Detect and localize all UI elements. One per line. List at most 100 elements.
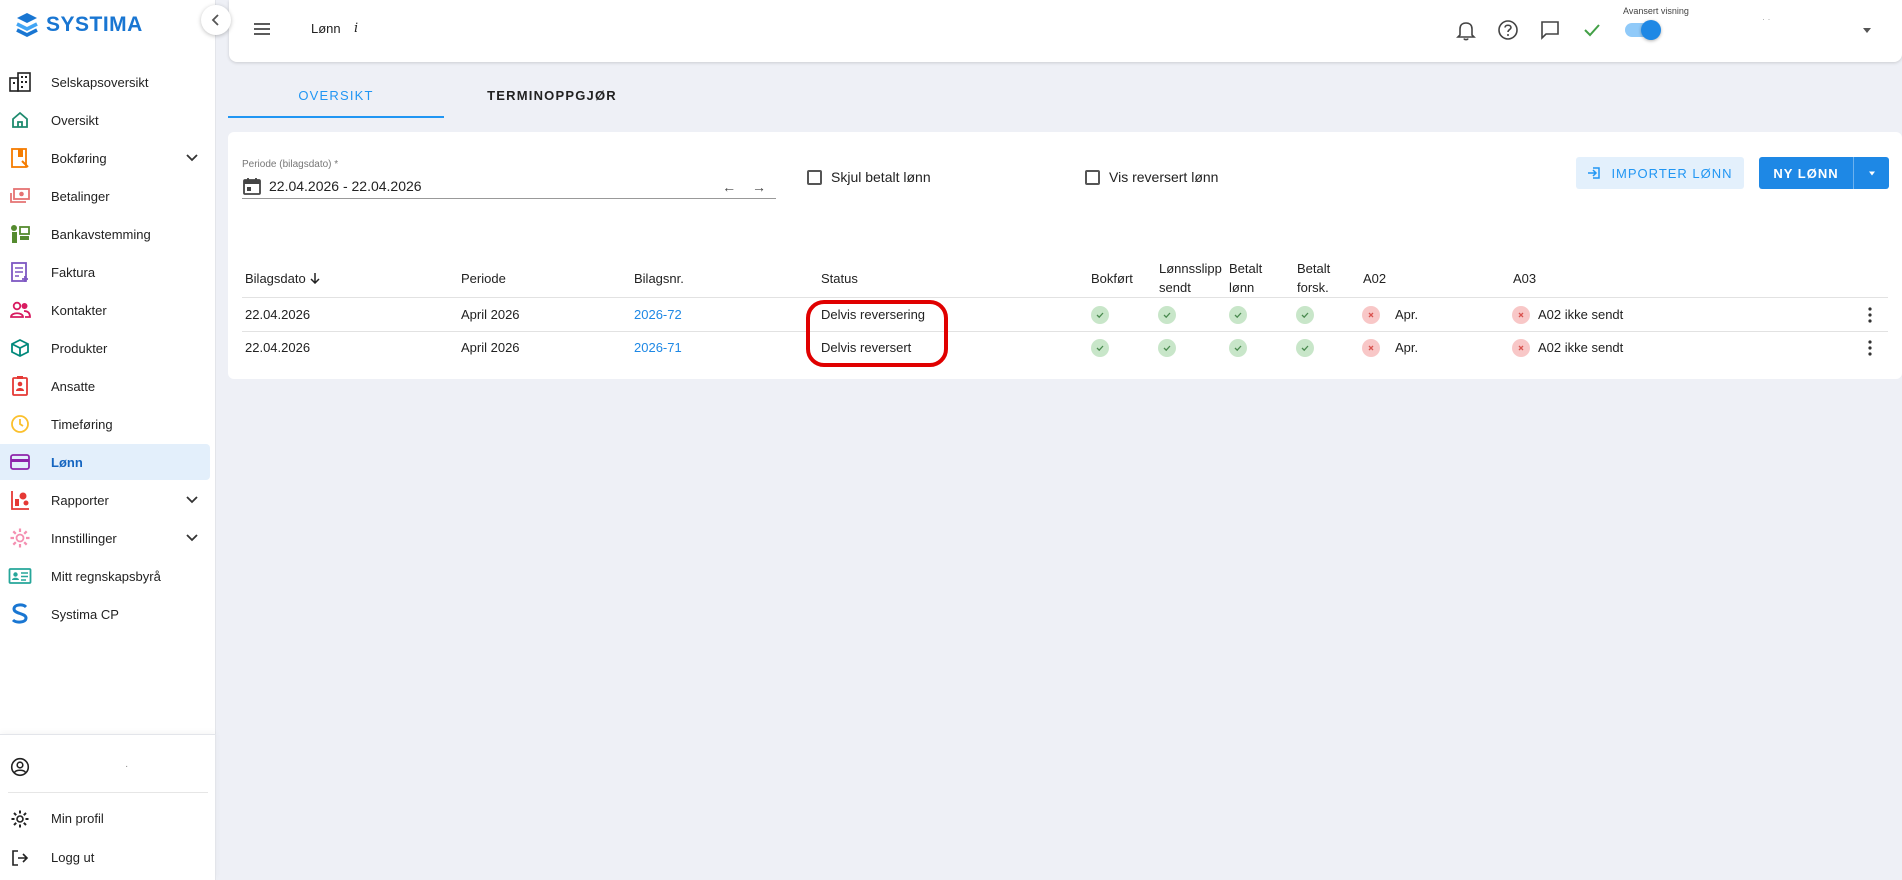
status-check[interactable] bbox=[1580, 18, 1604, 42]
sidebar-item-label: Kontakter bbox=[51, 302, 107, 318]
menu-button[interactable] bbox=[251, 18, 273, 45]
sidebar-item-produkter[interactable]: Produkter bbox=[0, 330, 210, 366]
chevron-down-icon bbox=[186, 154, 198, 162]
contacts-icon bbox=[8, 298, 32, 322]
logout-label: Logg ut bbox=[51, 850, 95, 865]
buildings-icon bbox=[8, 70, 32, 94]
period-arrows[interactable]: ← → bbox=[722, 179, 772, 195]
chevron-left-icon bbox=[211, 14, 219, 26]
sidebar-item-mitt-regnskapsbyra[interactable]: Mitt regnskapsbyrå bbox=[0, 558, 210, 594]
tab-terminoppgjor[interactable]: TERMINOPPGJØR bbox=[444, 80, 660, 118]
new-payroll-button[interactable]: NY LØNN bbox=[1759, 157, 1889, 189]
cell-bilagsnr-link[interactable]: 2026-71 bbox=[634, 340, 682, 355]
bookkeeping-icon bbox=[8, 146, 32, 170]
payroll-card: Periode (bilagsdato) * 22.04.2026 - 22.0… bbox=[228, 132, 1902, 379]
badge-icon bbox=[8, 374, 32, 398]
sidebar-item-bankavstemming[interactable]: Bankavstemming bbox=[0, 216, 210, 252]
header-periode[interactable]: Periode bbox=[461, 269, 506, 288]
card-icon bbox=[8, 450, 32, 474]
chat-button[interactable] bbox=[1538, 18, 1562, 42]
sidebar-item-oversikt[interactable]: Oversikt bbox=[0, 102, 210, 138]
row-menu-button[interactable] bbox=[1860, 305, 1880, 325]
header-line: Betalt bbox=[1297, 261, 1331, 276]
account-circle-icon bbox=[8, 755, 32, 779]
sidebar-item-innstillinger[interactable]: Innstillinger bbox=[0, 520, 210, 556]
check-circle-icon bbox=[1296, 339, 1314, 357]
user-account[interactable]: · bbox=[0, 747, 216, 786]
hide-paid-label: Skjul betalt lønn bbox=[831, 169, 931, 185]
header-a03[interactable]: A03 bbox=[1513, 269, 1536, 288]
header-bokfort[interactable]: Bokført bbox=[1091, 269, 1133, 288]
period-value: 22.04.2026 - 22.04.2026 bbox=[269, 178, 422, 194]
logout-link[interactable]: Logg ut bbox=[0, 838, 216, 877]
period-field[interactable]: 22.04.2026 - 22.04.2026 ← → bbox=[242, 175, 776, 199]
sidebar-bottom: · Min profil Logg ut bbox=[0, 734, 216, 880]
chevron-down-icon bbox=[186, 534, 198, 542]
status-highlight-annotation bbox=[806, 300, 948, 367]
header-line: Lønnsslipp bbox=[1159, 261, 1222, 276]
header-lonnsslipp[interactable]: Lønnsslipp sendt bbox=[1159, 259, 1222, 297]
systima-logo[interactable]: SYSTIMA bbox=[14, 10, 143, 40]
new-payroll-dropdown[interactable] bbox=[1853, 157, 1889, 189]
header-bilagsnr[interactable]: Bilagsnr. bbox=[634, 269, 684, 288]
sidebar-item-label: Mitt regnskapsbyrå bbox=[51, 568, 161, 584]
sidebar-item-systima-cp[interactable]: Systima CP bbox=[0, 596, 210, 632]
header-line: lønn bbox=[1229, 280, 1255, 295]
sidebar-item-selskapsoversikt[interactable]: Selskapsoversikt bbox=[0, 64, 210, 100]
chat-icon bbox=[1541, 21, 1559, 40]
check-circle-icon bbox=[1158, 339, 1176, 357]
checkbox-box[interactable] bbox=[1085, 169, 1100, 185]
clock-icon bbox=[8, 412, 32, 436]
sidebar-item-kontakter[interactable]: Kontakter bbox=[0, 292, 210, 328]
tab-bar: OVERSIKT TERMINOPPGJØR bbox=[228, 80, 660, 118]
error-circle-icon bbox=[1362, 339, 1380, 357]
user-name: · bbox=[125, 761, 129, 772]
sidebar-item-betalinger[interactable]: Betalinger bbox=[0, 178, 210, 214]
header-status[interactable]: Status bbox=[821, 269, 858, 288]
checkbox-box[interactable] bbox=[807, 169, 822, 185]
sidebar-item-timeforing[interactable]: Timeføring bbox=[0, 406, 210, 442]
user-name: · · bbox=[1762, 14, 1771, 24]
sidebar-item-label: Systima CP bbox=[51, 606, 119, 622]
notifications-button[interactable] bbox=[1454, 18, 1478, 42]
sidebar-item-label: Bankavstemming bbox=[51, 226, 151, 242]
arrow-down-icon bbox=[310, 273, 320, 285]
hide-paid-checkbox[interactable]: Skjul betalt lønn bbox=[807, 169, 931, 185]
show-reversed-checkbox[interactable]: Vis reversert lønn bbox=[1085, 169, 1218, 185]
header-betalt-forsk[interactable]: Betalt forsk. bbox=[1297, 259, 1330, 297]
check-circle-icon bbox=[1296, 306, 1314, 324]
cell-periode: April 2026 bbox=[461, 307, 520, 322]
header-a02[interactable]: A02 bbox=[1363, 269, 1386, 288]
header-line: Betalt bbox=[1229, 261, 1263, 276]
header-betalt-lonn[interactable]: Betalt lønn bbox=[1229, 259, 1262, 297]
sidebar-item-lonn[interactable]: Lønn bbox=[0, 444, 210, 480]
logo-text: SYSTIMA bbox=[46, 13, 143, 36]
error-circle-icon bbox=[1512, 306, 1530, 324]
sidebar-item-bokforing[interactable]: Bokføring bbox=[0, 140, 210, 176]
sidebar: SYSTIMA Selskapsoversikt Oversikt Bokfør… bbox=[0, 0, 231, 880]
sidebar-item-label: Lønn bbox=[51, 454, 83, 470]
user-menu-dropdown[interactable] bbox=[1859, 22, 1875, 43]
header-bilagsdato[interactable]: Bilagsdato bbox=[245, 269, 321, 288]
info-button[interactable]: i bbox=[354, 21, 358, 36]
sidebar-item-rapporter[interactable]: Rapporter bbox=[0, 482, 210, 518]
row-menu-button[interactable] bbox=[1860, 338, 1880, 358]
period-label: Periode (bilagsdato) * bbox=[242, 159, 339, 170]
sidebar-item-label: Produkter bbox=[51, 340, 108, 356]
hamburger-icon bbox=[254, 23, 270, 35]
cell-bilagsnr-link[interactable]: 2026-72 bbox=[634, 307, 682, 322]
sidebar-item-faktura[interactable]: Faktura bbox=[0, 254, 210, 290]
tab-oversikt[interactable]: OVERSIKT bbox=[228, 80, 444, 118]
collapse-sidebar-button[interactable] bbox=[201, 5, 231, 35]
advanced-view-toggle[interactable] bbox=[1625, 20, 1661, 40]
reports-icon bbox=[8, 488, 32, 512]
sidebar-item-ansatte[interactable]: Ansatte bbox=[0, 368, 210, 404]
help-button[interactable] bbox=[1496, 18, 1520, 42]
import-payroll-button[interactable]: IMPORTER LØNN bbox=[1576, 157, 1744, 189]
help-icon bbox=[1498, 20, 1518, 40]
settings-icon bbox=[8, 526, 32, 550]
top-bar: Lønn i Avansert visning · · bbox=[229, 0, 1902, 62]
home-icon bbox=[8, 108, 32, 132]
calendar-icon[interactable] bbox=[242, 176, 262, 196]
my-profile-link[interactable]: Min profil bbox=[0, 799, 216, 838]
